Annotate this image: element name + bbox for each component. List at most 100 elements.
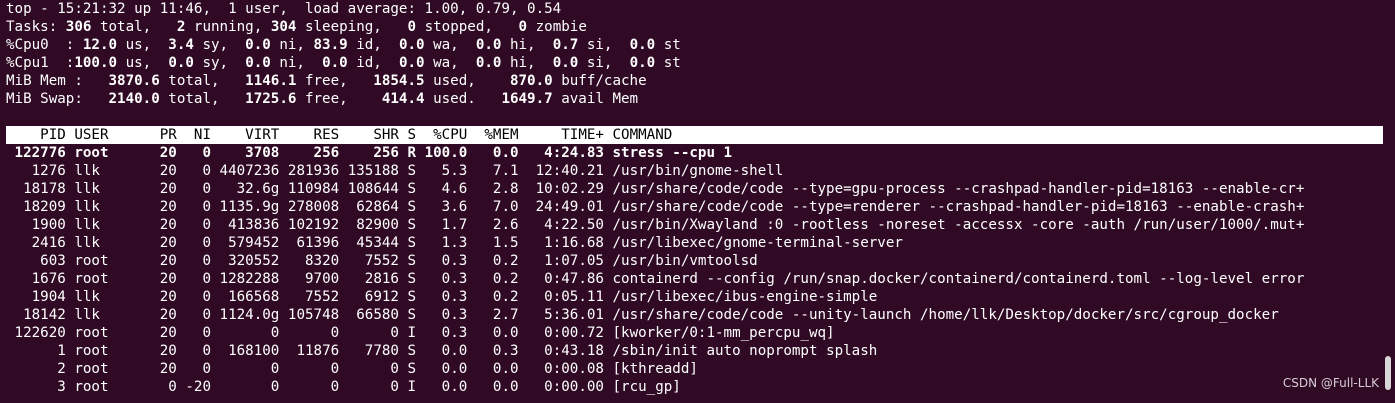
summary-segment: wa, — [424, 55, 476, 71]
summary-segment: id, — [347, 37, 399, 53]
process-row: 1904 llk 20 0 166568 7552 6912 S 0.3 0.2… — [6, 288, 1389, 306]
summary-segment: hi, — [501, 37, 553, 53]
cell-ni: 0 — [176, 361, 212, 377]
cell-user: llk — [65, 181, 152, 197]
cell-virt: 1135.9g — [211, 199, 280, 215]
cell-virt: 1124.0g — [211, 307, 280, 323]
cell-shr: 0 — [339, 361, 399, 377]
cell-cpu: 0.3 — [416, 325, 468, 341]
cpu1-line: %Cpu1 :100.0 us, 0.0 sy, 0.0 ni, 0.0 id,… — [6, 54, 1389, 72]
cell-time: 0:00.72 — [518, 325, 604, 341]
summary-segment: total, — [91, 19, 177, 35]
cell-shr: 0 — [339, 379, 399, 395]
cell-command: /usr/bin/Xwayland :0 -rootless -noreset … — [603, 217, 1305, 233]
cell-pr: 20 — [151, 199, 177, 215]
cell-mem: 0.0 — [467, 379, 519, 395]
cell-pid: 1904 — [6, 289, 66, 305]
summary-segment: st — [655, 37, 681, 53]
summary-segment: used. — [424, 91, 502, 107]
cell-time: 1:16.68 — [518, 235, 604, 251]
cell-time: 5:36.01 — [518, 307, 604, 323]
cell-mem: 0.3 — [467, 343, 519, 359]
uptime-line: top - 15:21:32 up 11:46, 1 user, load av… — [6, 1, 562, 17]
cell-shr: 7552 — [339, 253, 399, 269]
cell-pid: 1 — [6, 343, 66, 359]
cell-res: 102192 — [279, 217, 340, 233]
cell-command: /usr/bin/vmtoolsd — [603, 253, 758, 269]
cell-s: S — [398, 253, 417, 269]
cell-command: /usr/share/code/code --type=gpu-process … — [603, 181, 1305, 197]
column-header-command: COMMAND — [603, 127, 673, 143]
process-row: 122776 root 20 0 3708 256 256 R 100.0 0.… — [6, 144, 1389, 162]
cell-user: llk — [65, 235, 152, 251]
column-header-mem: %MEM — [467, 127, 519, 143]
summary-segment: ni, — [270, 55, 323, 71]
column-header-pid: PID — [6, 127, 66, 143]
summary-segment: us, — [117, 37, 169, 53]
cell-s: S — [398, 361, 417, 377]
summary-segment: st — [655, 55, 681, 71]
cell-cpu: 0.0 — [416, 379, 468, 395]
summary-segment: 1146.1 — [245, 73, 297, 89]
summary-segment: used, — [424, 73, 510, 89]
summary-segment: id, — [347, 55, 399, 71]
cell-user: llk — [65, 289, 152, 305]
cell-s: S — [398, 163, 417, 179]
cell-mem: 0.2 — [467, 253, 519, 269]
summary-segment: buff/cache — [552, 73, 647, 89]
cell-pid: 1276 — [6, 163, 66, 179]
summary-segment: 0.0 — [245, 37, 271, 53]
cell-virt: 166568 — [211, 289, 280, 305]
cell-s: R — [398, 145, 417, 161]
summary-segment: 0.0 — [475, 55, 502, 71]
cell-ni: 0 — [176, 289, 212, 305]
cell-command: /sbin/init auto noprompt splash — [603, 343, 878, 359]
cell-cpu: 0.3 — [416, 289, 468, 305]
cell-cpu: 1.7 — [416, 217, 468, 233]
cell-pid: 122776 — [6, 145, 66, 161]
cell-virt: 579452 — [211, 235, 280, 251]
summary-segment: 83.9 — [313, 37, 348, 53]
cell-ni: 0 — [176, 343, 212, 359]
summary-segment: hi, — [501, 55, 553, 71]
cell-ni: 0 — [176, 145, 212, 161]
terminal-scrollbar[interactable] — [1385, 356, 1391, 390]
cell-s: S — [398, 307, 417, 323]
cell-pid: 122620 — [6, 325, 66, 341]
cell-mem: 0.2 — [467, 289, 519, 305]
cell-ni: 0 — [176, 325, 212, 341]
cell-ni: 0 — [176, 217, 212, 233]
cell-ni: 0 — [176, 307, 212, 323]
cell-pid: 18209 — [6, 199, 66, 215]
summary-segment: 3.4 — [168, 37, 194, 53]
column-header-pr: PR — [151, 127, 177, 143]
cell-s: S — [398, 235, 417, 251]
cell-shr: 7780 — [339, 343, 399, 359]
summary-segment: 0.0 — [168, 55, 194, 71]
cell-shr: 135188 — [339, 163, 399, 179]
cell-virt: 168100 — [211, 343, 280, 359]
summary-segment: total, — [159, 73, 246, 89]
process-table-body: 122776 root 20 0 3708 256 256 R 100.0 0.… — [6, 144, 1389, 396]
summary-segment: MiB Swap: — [6, 91, 109, 107]
terminal-viewport[interactable]: top - 15:21:32 up 11:46, 1 user, load av… — [6, 0, 1389, 403]
process-row: 603 root 20 0 320552 8320 7552 S 0.3 0.2… — [6, 252, 1389, 270]
cell-s: S — [398, 217, 417, 233]
process-row: 18178 llk 20 0 32.6g 110984 108644 S 4.6… — [6, 180, 1389, 198]
summary-segment: 1649.7 — [501, 91, 553, 107]
process-row: 2416 llk 20 0 579452 61396 45344 S 1.3 1… — [6, 234, 1389, 252]
cell-pid: 603 — [6, 253, 66, 269]
cell-res: 278008 — [279, 199, 340, 215]
summary-segment: 0 — [407, 19, 417, 35]
summary-segment: 2140.0 — [108, 91, 160, 107]
summary-segment: wa, — [424, 37, 476, 53]
cell-shr: 45344 — [339, 235, 399, 251]
cell-cpu: 1.3 — [416, 235, 468, 251]
cell-shr: 66580 — [339, 307, 399, 323]
cell-shr: 82900 — [339, 217, 399, 233]
cell-time: 0:43.18 — [518, 343, 604, 359]
summary-segment: 0.0 — [322, 55, 348, 71]
cell-command: /usr/share/code/code --type=renderer --c… — [603, 199, 1305, 215]
cell-cpu: 4.6 — [416, 181, 468, 197]
cell-time: 4:24.83 — [518, 145, 604, 161]
